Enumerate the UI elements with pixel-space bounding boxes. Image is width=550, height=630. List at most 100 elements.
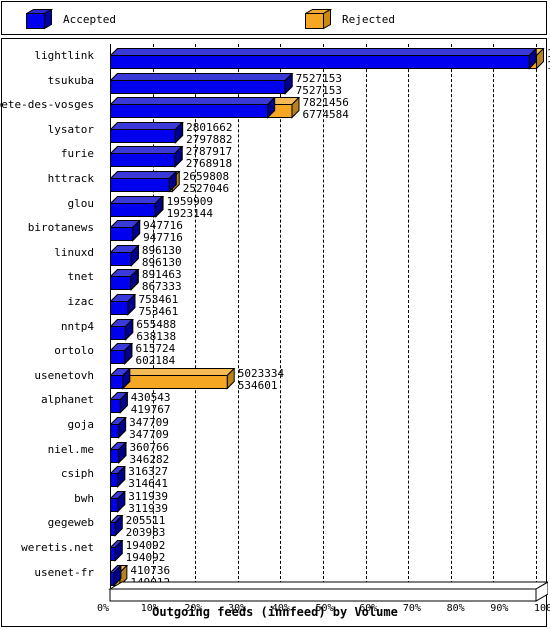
category-label-nntp4: nntp4 — [60, 319, 94, 333]
bar-row: 5023334 534601 — [98, 366, 548, 394]
value-label-accepted: 419767 — [130, 403, 171, 417]
category-label-tsukuba: tsukuba — [47, 73, 94, 87]
bar-accepted-niel.me — [109, 440, 127, 464]
value-label-accepted: 2527046 — [182, 182, 230, 195]
category-axis-labels: lightlink tsukuba bete-des-vosges lysator fu… — [0, 39, 98, 584]
value-label-accepted: 638138 — [136, 329, 177, 343]
bar-segment-accepted — [109, 293, 137, 320]
value-label-accepted: 149012 — [130, 575, 171, 589]
bar-row: 194092 194092 — [98, 539, 548, 564]
bar-segment-accepted — [109, 514, 124, 541]
bar-accepted-lightlink — [109, 47, 538, 70]
legend-label-rejected: Rejected — [342, 12, 395, 26]
bar-row: 1959909 1923144 — [98, 194, 548, 222]
bar-row: 7821456 6774584 — [98, 96, 548, 121]
value-label-accepted: 2768918 — [185, 157, 233, 171]
bar-row: 2787917 2768918 — [98, 145, 548, 171]
bar-row: 753461 753461 — [98, 293, 548, 320]
value-label-rejected: 2659808 — [182, 170, 230, 183]
bar-segment-accepted — [109, 194, 164, 222]
value-label-rejected: 410736 — [130, 563, 171, 577]
value-label-rejected: 2787917 — [185, 145, 233, 159]
value-label-accepted: 534601 — [237, 378, 278, 392]
category-label-glou: glou — [67, 196, 95, 210]
category-label-lightlink: lightlink — [34, 49, 94, 62]
category-label-weretis.net: weretis.net — [21, 541, 94, 554]
bar-accepted-weretis.net — [109, 539, 124, 562]
bar-row: 7527153 7527153 — [98, 71, 548, 99]
bar-accepted-glou — [109, 194, 164, 218]
bar-row: 347709 347709 — [98, 416, 548, 441]
value-label-rejected: 891463 — [141, 268, 182, 282]
value-label-accepted: 7527153 — [295, 83, 343, 97]
bar-segment-accepted — [109, 47, 538, 74]
category-label-csiph: csiph — [60, 467, 94, 481]
bar-row: 2659808 2527046 — [98, 170, 548, 197]
bar-segment-accepted — [109, 342, 133, 369]
value-label-rejected: 194092 — [125, 539, 166, 552]
category-label-usenet-fr: usenet-fr — [34, 565, 94, 579]
bar-row: 891463 867333 — [98, 268, 548, 294]
bar-accepted-furie — [109, 145, 184, 169]
category-label-ortolo: ortolo — [54, 344, 94, 358]
value-label-rejected: 753461 — [138, 293, 179, 306]
value-label-accepted: 314641 — [128, 477, 168, 491]
bar-segment-accepted — [109, 490, 126, 517]
bar-row: 947716 947716 — [98, 219, 548, 246]
category-label-alphanet: alphanet — [41, 393, 94, 407]
bar-segment-accepted — [109, 317, 134, 345]
bar-segment-accepted — [109, 367, 132, 394]
category-label-goja: goja — [67, 418, 95, 431]
value-label-accepted: 602184 — [135, 354, 176, 368]
chart-frame: lightlink tsukuba bete-des-vosges lysator fu… — [0, 38, 550, 628]
value-label-rejected: 205511 — [125, 514, 166, 528]
bar-accepted-ortolo — [109, 342, 133, 365]
value-label-rejected: 2801662 — [186, 120, 233, 134]
bar-segment-accepted — [109, 170, 178, 197]
value-label-accepted: 346282 — [129, 452, 170, 466]
bar-segment-accepted — [109, 244, 140, 271]
bar-segment-accepted — [109, 71, 294, 99]
bar-segment-accepted — [109, 391, 129, 418]
category-label-birotanews: birotanews — [27, 221, 94, 235]
bar-segment-accepted — [109, 219, 141, 246]
bar-row: 430543 419767 — [98, 391, 548, 418]
value-label-accepted: 203983 — [125, 526, 166, 540]
value-label-accepted: 896130 — [141, 255, 182, 269]
bar-accepted-httrack — [109, 170, 178, 193]
bar-accepted-bwh — [109, 490, 126, 513]
category-label-linuxd: linuxd — [54, 245, 94, 259]
category-label-httrack: httrack — [47, 172, 94, 185]
value-label-rejected: 7821456 — [302, 96, 349, 110]
chart-legend: Accepted Rejected — [1, 1, 547, 35]
bar-accepted-nntp4 — [109, 317, 134, 341]
plot-area: lightlink tsukuba bete-des-vosges lysator fu… — [0, 39, 550, 628]
category-label-gegeweb: gegeweb — [47, 516, 94, 530]
value-label-accepted: 867333 — [141, 280, 182, 294]
bar-segment-accepted — [109, 465, 126, 492]
value-label-rejected: 347709 — [129, 416, 169, 429]
value-label-accepted: 753461 — [138, 305, 179, 318]
category-label-bete-des-vosges: bete-des-vosges — [0, 98, 94, 112]
value-label-accepted: 194092 — [125, 551, 166, 564]
bar-accepted-alphanet — [109, 391, 129, 415]
bar-row: 1837353518065956 — [98, 47, 550, 74]
bar-accepted-linuxd — [109, 244, 140, 267]
value-label-rejected: 430543 — [130, 391, 171, 405]
bar-accepted-goja — [109, 416, 127, 439]
chart-title: Outgoing feeds (innfeed) by Volume — [152, 605, 398, 619]
value-label-rejected: 316327 — [128, 465, 168, 479]
bar-row: 360766 346282 — [98, 440, 548, 466]
bar-accepted-tnet — [109, 268, 139, 292]
category-label-bwh: bwh — [74, 491, 94, 505]
value-label-rejected: 5023334 — [237, 366, 285, 380]
value-label-rejected: 615724 — [135, 342, 176, 356]
category-label-niel.me: niel.me — [47, 442, 94, 456]
value-label-accepted: 347709 — [129, 428, 169, 441]
value-label-rejected: 655488 — [136, 317, 177, 331]
value-label-rejected: 360766 — [129, 440, 170, 454]
value-label-rejected: 1959909 — [166, 194, 213, 208]
legend-item-rejected: Rejected — [303, 8, 395, 30]
bar-accepted-bete-des-vosges — [109, 96, 276, 119]
legend-label-accepted: Accepted — [63, 12, 116, 26]
